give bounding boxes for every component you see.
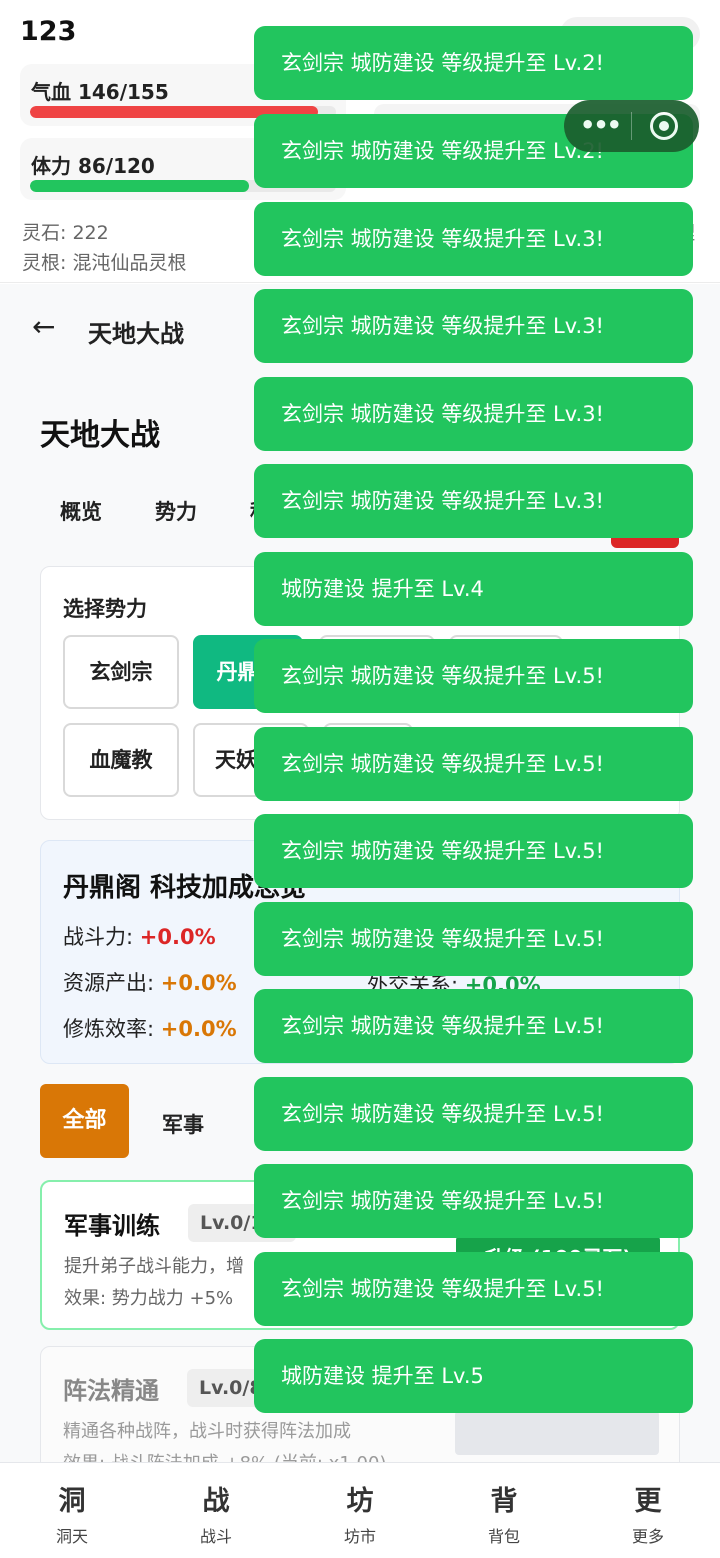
- tab-overview[interactable]: 概览: [60, 496, 102, 526]
- toast-notification: 玄剑宗 城防建设 等级提升至 Lv.3!: [254, 464, 693, 538]
- tech-description: 精通各种战阵，战斗时获得阵法加成: [63, 1421, 351, 1442]
- tech-name: 阵法精通: [63, 1377, 159, 1405]
- stamina-bar-fill: [30, 180, 250, 192]
- spirit-stones: 灵石: 222: [22, 222, 109, 244]
- toast-notification: 玄剑宗 城防建设 等级提升至 Lv.5!: [254, 902, 693, 976]
- toast-notification: 玄剑宗 城防建设 等级提升至 Lv.2!: [254, 26, 693, 100]
- tech-name: 军事训练: [64, 1212, 160, 1240]
- bottom-nav: 洞 洞天 战 战斗 坊 坊市 背 背包 更 更多: [0, 1462, 720, 1558]
- nav-label: 战斗: [199, 1527, 232, 1546]
- toast-notification: 玄剑宗 城防建设 等级提升至 Lv.5!: [254, 989, 693, 1063]
- hp-text: 气血 146/155: [31, 80, 169, 104]
- nav-item-dongtian[interactable]: 洞 洞天: [0, 1463, 144, 1558]
- tech-effect: 效果: 战斗阵法加成 +8% (当前: x1.00): [63, 1449, 386, 1462]
- nav-label: 坊市: [343, 1527, 376, 1546]
- more-dots-icon[interactable]: •••: [580, 110, 622, 142]
- nav-item-market[interactable]: 坊 坊市: [288, 1463, 432, 1558]
- faction-select-label: 选择势力: [63, 597, 147, 621]
- nav-label: 洞天: [55, 1527, 88, 1546]
- nav-item-backpack[interactable]: 背 背包: [432, 1463, 576, 1558]
- capsule-divider: [631, 112, 632, 140]
- nav-label: 更多: [631, 1527, 664, 1546]
- toast-notification: 玄剑宗 城防建设 等级提升至 Lv.5!: [254, 1252, 693, 1326]
- combat-label: 战斗力:: [63, 925, 140, 949]
- dongtian-icon: 洞: [58, 1486, 86, 1517]
- category-all-button[interactable]: 全部: [40, 1084, 129, 1158]
- combat-bonus: 战斗力: +0.0%: [63, 921, 216, 951]
- resource-value: +0.0%: [160, 971, 237, 995]
- toast-notification: 玄剑宗 城防建设 等级提升至 Lv.5!: [254, 1164, 693, 1238]
- back-arrow-icon[interactable]: ←: [32, 310, 55, 343]
- spirit-root: 灵根: 混沌仙品灵根: [22, 252, 187, 274]
- cultivate-value: +0.0%: [160, 1017, 237, 1041]
- page-title: 天地大战: [40, 418, 160, 453]
- toast-notification: 玄剑宗 城防建设 等级提升至 Lv.3!: [254, 377, 693, 451]
- category-military-button[interactable]: 军事: [162, 1109, 204, 1139]
- upgrade-button-disabled[interactable]: [455, 1411, 659, 1455]
- toast-notification: 玄剑宗 城防建设 等级提升至 Lv.5!: [254, 814, 693, 888]
- battle-icon: 战: [202, 1486, 230, 1517]
- combat-value: +0.0%: [139, 925, 216, 949]
- stamina-text: 体力 86/120: [31, 154, 155, 178]
- cultivate-bonus: 修炼效率: +0.0%: [63, 1013, 237, 1043]
- resource-bonus: 资源产出: +0.0%: [63, 967, 237, 997]
- more-icon: 更: [634, 1486, 662, 1517]
- miniprogram-capsule: •••: [564, 100, 699, 152]
- nav-item-battle[interactable]: 战 战斗: [144, 1463, 288, 1558]
- toast-notification: 城防建设 提升至 Lv.4: [254, 552, 693, 626]
- resource-label: 资源产出:: [63, 971, 161, 995]
- nav-label: 背包: [487, 1527, 520, 1546]
- target-circle-icon[interactable]: [650, 112, 678, 140]
- cultivate-label: 修炼效率:: [63, 1017, 161, 1041]
- toast-notification: 玄剑宗 城防建设 等级提升至 Lv.3!: [254, 289, 693, 363]
- toast-notification: 玄剑宗 城防建设 等级提升至 Lv.3!: [254, 202, 693, 276]
- market-icon: 坊: [346, 1486, 374, 1517]
- backpack-icon: 背: [490, 1486, 518, 1517]
- toast-notification: 玄剑宗 城防建设 等级提升至 Lv.5!: [254, 727, 693, 801]
- user-id: 123: [20, 16, 77, 47]
- toast-notification: 玄剑宗 城防建设 等级提升至 Lv.5!: [254, 1077, 693, 1151]
- faction-button[interactable]: 玄剑宗: [63, 635, 179, 709]
- nav-item-more[interactable]: 更 更多: [576, 1463, 720, 1558]
- nav-title: 天地大战: [88, 320, 184, 348]
- tab-factions[interactable]: 势力: [155, 496, 197, 526]
- toast-notification: 城防建设 提升至 Lv.5: [254, 1339, 693, 1413]
- toast-notification: 玄剑宗 城防建设 等级提升至 Lv.5!: [254, 639, 693, 713]
- faction-button[interactable]: 血魔教: [63, 723, 179, 797]
